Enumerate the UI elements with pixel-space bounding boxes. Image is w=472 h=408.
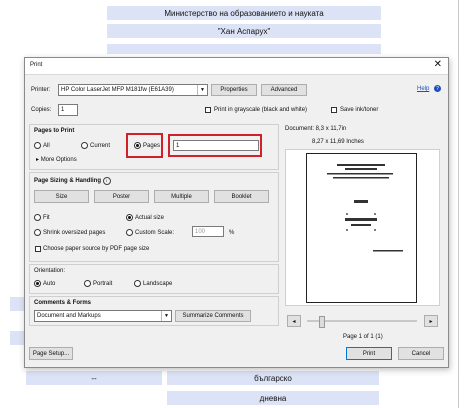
page-sizing-heading: Page Sizing & Handling i xyxy=(34,177,111,185)
paper-size-label: 8,27 x 11,69 Inches xyxy=(312,139,364,145)
radio-portrait[interactable] xyxy=(84,280,91,287)
help-link[interactable]: Help xyxy=(417,86,429,92)
print-dialog: Print ✕ Printer: HP Color LaserJet MFP M… xyxy=(24,57,449,368)
radio-all[interactable] xyxy=(34,142,41,149)
chevron-down-icon: ▼ xyxy=(197,85,207,95)
paper-source-label: Choose paper source by PDF page size xyxy=(43,246,150,252)
poster-button[interactable]: Poster xyxy=(94,190,149,203)
copies-stepper[interactable]: 1 xyxy=(58,104,78,116)
document-size-label: Document: 8,3 x 11,7in xyxy=(285,126,347,132)
printer-select[interactable]: HP Color LaserJet MFP M181fw (E61A39) ▼ xyxy=(58,84,208,96)
radio-actual-size[interactable] xyxy=(126,214,133,221)
advanced-button[interactable]: Advanced xyxy=(261,84,307,96)
background-row-blank xyxy=(107,44,381,54)
preview-area xyxy=(285,149,440,306)
radio-actual-size-label: Actual size xyxy=(135,215,165,221)
dialog-titlebar: Print ✕ xyxy=(25,58,448,75)
cancel-button[interactable]: Cancel xyxy=(398,347,444,360)
radio-landscape[interactable] xyxy=(134,280,141,287)
booklet-button[interactable]: Booklet xyxy=(214,190,269,203)
copies-label: Copies: xyxy=(31,107,52,113)
radio-custom-scale[interactable] xyxy=(126,229,133,236)
radio-shrink-label: Shrink oversized pages xyxy=(43,230,106,236)
save-ink-label: Save ink/toner xyxy=(340,107,379,113)
grayscale-label: Print in grayscale (black and white) xyxy=(214,107,308,113)
page-sizing-group: Page Sizing & Handling i Size Poster Mul… xyxy=(29,172,279,262)
pages-to-print-heading: Pages to Print xyxy=(34,128,75,134)
comments-forms-heading: Comments & Forms xyxy=(34,300,92,306)
page-preview-content xyxy=(327,164,403,252)
highlight-pages-input xyxy=(168,134,262,157)
radio-auto[interactable] xyxy=(34,280,41,287)
save-ink-checkbox[interactable] xyxy=(331,107,337,113)
orientation-heading: Orientation: xyxy=(34,268,66,274)
more-options-toggle[interactable]: ▸ More Options xyxy=(36,156,77,163)
page-indicator: Page 1 of 1 (1) xyxy=(343,334,383,340)
radio-shrink[interactable] xyxy=(34,229,41,236)
page-preview-thumbnail xyxy=(306,153,417,303)
radio-fit-label: Fit xyxy=(43,215,50,221)
background-row-school: "Хан Аспарух" xyxy=(107,24,381,38)
radio-landscape-label: Landscape xyxy=(143,281,173,287)
radio-custom-scale-label: Custom Scale: xyxy=(135,230,175,236)
background-row-ministry: Министерство на образованието и науката xyxy=(107,6,381,20)
grayscale-checkbox[interactable] xyxy=(205,107,211,113)
radio-auto-label: Auto xyxy=(43,281,56,287)
background-row-language: българско xyxy=(167,371,379,385)
radio-fit[interactable] xyxy=(34,214,41,221)
radio-portrait-label: Portrait xyxy=(93,281,113,287)
paper-source-checkbox[interactable] xyxy=(35,246,41,252)
orientation-group: Orientation: Auto Portrait Landscape xyxy=(29,264,279,294)
close-icon[interactable]: ✕ xyxy=(434,59,442,70)
info-icon: i xyxy=(102,177,111,185)
page-scrollbar-thumb[interactable] xyxy=(319,316,325,328)
summarize-comments-button[interactable]: Summarize Comments xyxy=(175,310,251,322)
background-vertical-rule xyxy=(458,0,459,408)
page-setup-button[interactable]: Page Setup... xyxy=(29,347,73,360)
radio-current-label: Current xyxy=(90,143,111,149)
background-row-daily: дневна xyxy=(167,391,379,405)
comments-forms-group: Comments & Forms Document and Markups ▼ … xyxy=(29,296,279,326)
custom-scale-percent: % xyxy=(229,230,235,236)
chevron-down-icon: ▼ xyxy=(161,311,171,321)
help-icon[interactable]: ? xyxy=(434,85,441,92)
multiple-button[interactable]: Multiple xyxy=(154,190,209,203)
prev-page-button[interactable]: ◂ xyxy=(287,315,301,327)
highlight-pages-radio xyxy=(126,133,163,158)
radio-current[interactable] xyxy=(81,142,88,149)
size-button[interactable]: Size xyxy=(34,190,89,203)
background-row-dashes: -- xyxy=(26,371,162,385)
comments-select[interactable]: Document and Markups ▼ xyxy=(34,310,172,322)
custom-scale-input[interactable]: 100 xyxy=(192,226,224,237)
print-button[interactable]: Print xyxy=(346,347,392,360)
properties-button[interactable]: Properties xyxy=(211,84,257,96)
printer-label: Printer: xyxy=(31,87,51,93)
dialog-title: Print xyxy=(30,62,43,68)
next-page-button[interactable]: ▸ xyxy=(424,315,438,327)
radio-all-label: All xyxy=(43,143,50,149)
